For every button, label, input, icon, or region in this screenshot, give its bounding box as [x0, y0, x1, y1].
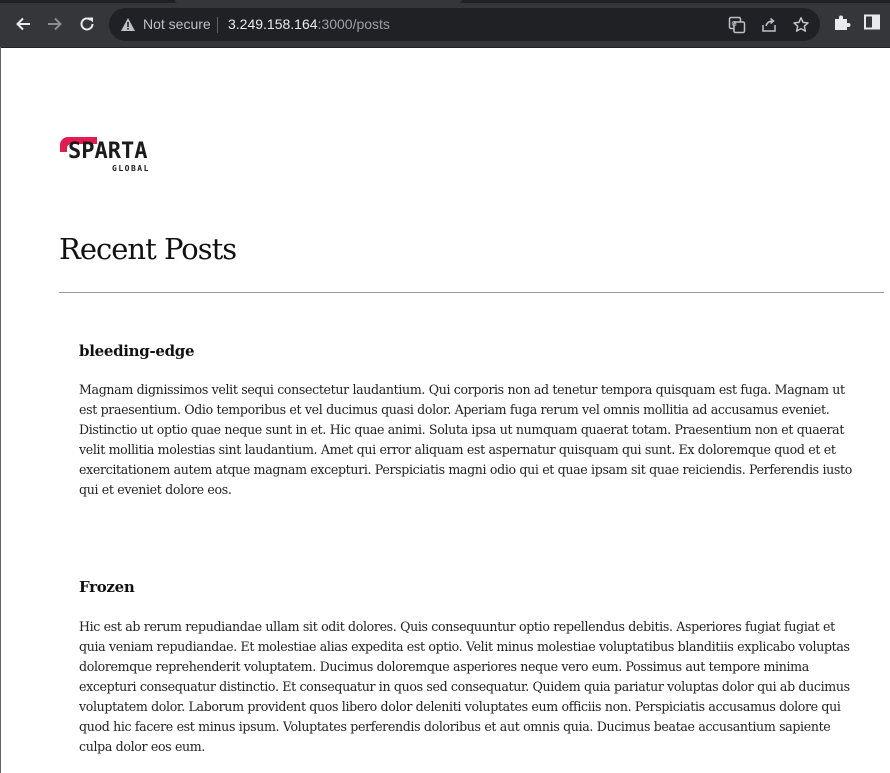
side-panel-button[interactable] — [864, 14, 880, 34]
security-status[interactable]: Not secure — [143, 16, 211, 32]
page-title: Recent Posts — [59, 232, 237, 266]
share-icon — [762, 17, 776, 32]
address-bar[interactable]: Not secure 3.249.158.164:3000/posts G — [109, 8, 820, 41]
extensions-button[interactable] — [833, 14, 851, 36]
svg-text:G: G — [731, 20, 736, 28]
omnibox-divider — [217, 17, 218, 33]
back-arrow-icon — [16, 17, 30, 31]
star-icon — [793, 17, 809, 32]
back-button[interactable] — [9, 10, 37, 38]
share-button[interactable] — [759, 15, 779, 35]
url-host: 3.249.158.164 — [228, 16, 318, 32]
post-title: Frozen — [79, 578, 135, 596]
tab-strip — [0, 0, 890, 3]
puzzle-icon — [835, 15, 851, 30]
url-path: :3000/posts — [317, 16, 390, 32]
url-text[interactable]: 3.249.158.164:3000/posts — [228, 16, 390, 32]
forward-arrow-icon — [48, 17, 62, 31]
post-title: bleeding-edge — [79, 342, 195, 360]
active-tab[interactable] — [175, 0, 462, 3]
post-item: Frozen Hic est ab rerum repudiandae ulla… — [79, 578, 864, 757]
reload-button[interactable] — [73, 10, 101, 38]
browser-toolbar: Not secure 3.249.158.164:3000/posts G — [0, 0, 890, 48]
reload-icon — [80, 17, 94, 31]
translate-icon: G — [728, 16, 746, 34]
translate-button[interactable]: G — [727, 15, 747, 35]
side-panel-icon — [864, 14, 880, 30]
logo-wordmark: SPARTA — [68, 139, 148, 164]
post-body: Magnam dignissimos velit sequi consectet… — [79, 382, 852, 497]
sparta-logo[interactable]: SPARTA GLOBAL — [59, 136, 161, 174]
title-divider — [59, 292, 884, 293]
warning-icon[interactable] — [120, 17, 136, 32]
bookmark-button[interactable] — [791, 15, 811, 35]
post-item: bleeding-edge Magnam dignissimos velit s… — [79, 342, 864, 500]
viewport-edge — [0, 47, 1, 773]
forward-button[interactable] — [41, 10, 69, 38]
logo-subtext: GLOBAL — [112, 164, 150, 173]
post-body: Hic est ab rerum repudiandae ullam sit o… — [79, 619, 850, 754]
